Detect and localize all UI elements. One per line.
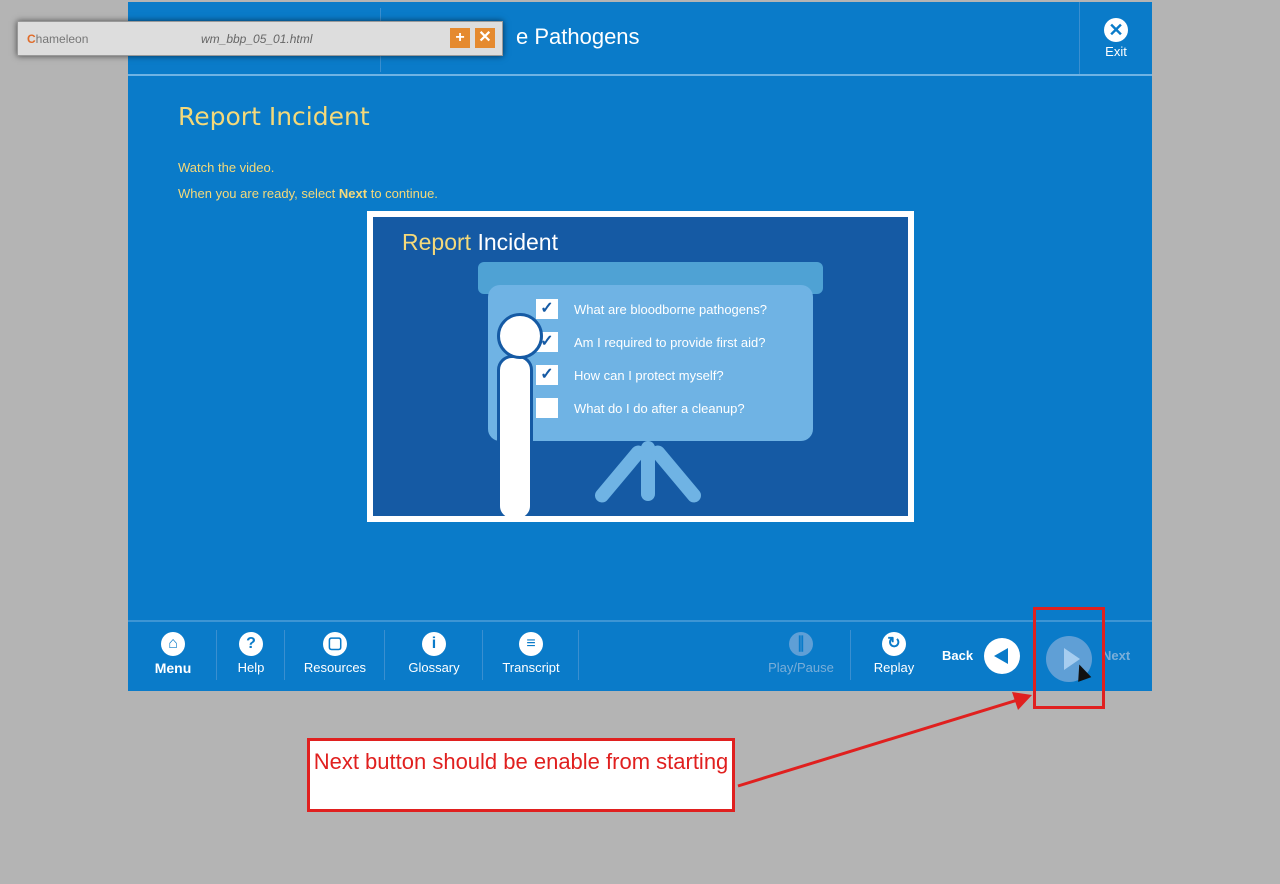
annotation-callout: Next button should be enable from starti… (307, 738, 735, 812)
